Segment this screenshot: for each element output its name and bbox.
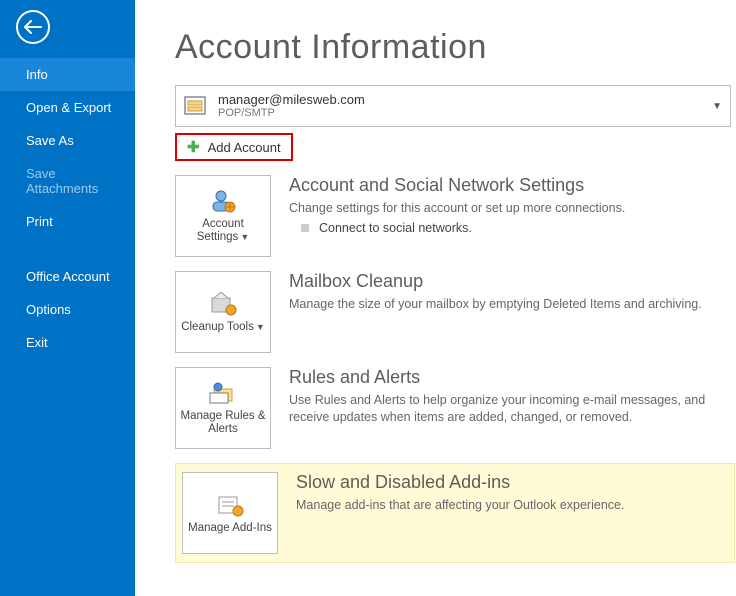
main: Account Information manager@milesweb.com… <box>135 0 736 596</box>
account-protocol: POP/SMTP <box>218 107 712 120</box>
chevron-down-icon: ▼ <box>712 101 722 112</box>
back-button[interactable] <box>16 10 50 44</box>
account-email: manager@milesweb.com <box>218 92 712 108</box>
nav-exit[interactable]: Exit <box>0 326 135 359</box>
nav-save-attachments: Save Attachments <box>0 157 135 205</box>
rules-desc: Use Rules and Alerts to help organize yo… <box>289 392 735 426</box>
nav: Info Open & Export Save As Save Attachme… <box>0 54 135 359</box>
nav-print[interactable]: Print <box>0 205 135 238</box>
mailbox-icon <box>182 93 208 119</box>
nav-info[interactable]: Info <box>0 58 135 91</box>
connect-social-label: Connect to social networks. <box>319 221 472 235</box>
cleanup-tools-icon <box>208 291 238 317</box>
add-account-label: Add Account <box>208 140 281 155</box>
account-settings-tile[interactable]: Account Settings▼ <box>175 175 271 257</box>
account-settings-icon <box>208 188 238 214</box>
nav-save-as[interactable]: Save As <box>0 124 135 157</box>
bullet-icon <box>301 224 309 232</box>
account-settings-tile-label: Account Settings▼ <box>176 218 270 243</box>
cleanup-tools-tile[interactable]: Cleanup Tools▼ <box>175 271 271 353</box>
arrow-left-icon <box>24 20 42 34</box>
rules-alerts-icon <box>208 380 238 406</box>
account-dropdown[interactable]: manager@milesweb.com POP/SMTP ▼ <box>175 85 731 127</box>
section-rules: Manage Rules & Alerts Rules and Alerts U… <box>175 367 735 449</box>
rules-title: Rules and Alerts <box>289 367 735 388</box>
connect-social-row[interactable]: Connect to social networks. <box>289 221 735 235</box>
cleanup-title: Mailbox Cleanup <box>289 271 735 292</box>
account-text: manager@milesweb.com POP/SMTP <box>218 92 712 121</box>
addins-desc: Manage add-ins that are affecting your O… <box>296 497 728 514</box>
manage-addins-tile[interactable]: Manage Add-Ins <box>182 472 278 554</box>
manage-addins-tile-label: Manage Add-Ins <box>184 522 276 535</box>
nav-open-export[interactable]: Open & Export <box>0 91 135 124</box>
rules-alerts-tile[interactable]: Manage Rules & Alerts <box>175 367 271 449</box>
account-settings-title: Account and Social Network Settings <box>289 175 735 196</box>
plus-icon: ✚ <box>187 138 200 156</box>
section-cleanup: Cleanup Tools▼ Mailbox Cleanup Manage th… <box>175 271 735 353</box>
cleanup-desc: Manage the size of your mailbox by empty… <box>289 296 735 313</box>
manage-addins-icon <box>215 492 245 518</box>
back-header <box>0 0 135 54</box>
addins-title: Slow and Disabled Add-ins <box>296 472 728 493</box>
section-addins: Manage Add-Ins Slow and Disabled Add-ins… <box>175 463 735 563</box>
add-account-button[interactable]: ✚ Add Account <box>175 133 293 161</box>
section-account-settings: Account Settings▼ Account and Social Net… <box>175 175 735 257</box>
rules-alerts-tile-label: Manage Rules & Alerts <box>176 410 270 435</box>
account-settings-desc: Change settings for this account or set … <box>289 200 735 217</box>
page-title: Account Information <box>175 28 736 67</box>
sidebar: Info Open & Export Save As Save Attachme… <box>0 0 135 596</box>
nav-options[interactable]: Options <box>0 293 135 326</box>
nav-office-account[interactable]: Office Account <box>0 260 135 293</box>
cleanup-tools-tile-label: Cleanup Tools▼ <box>177 321 269 334</box>
